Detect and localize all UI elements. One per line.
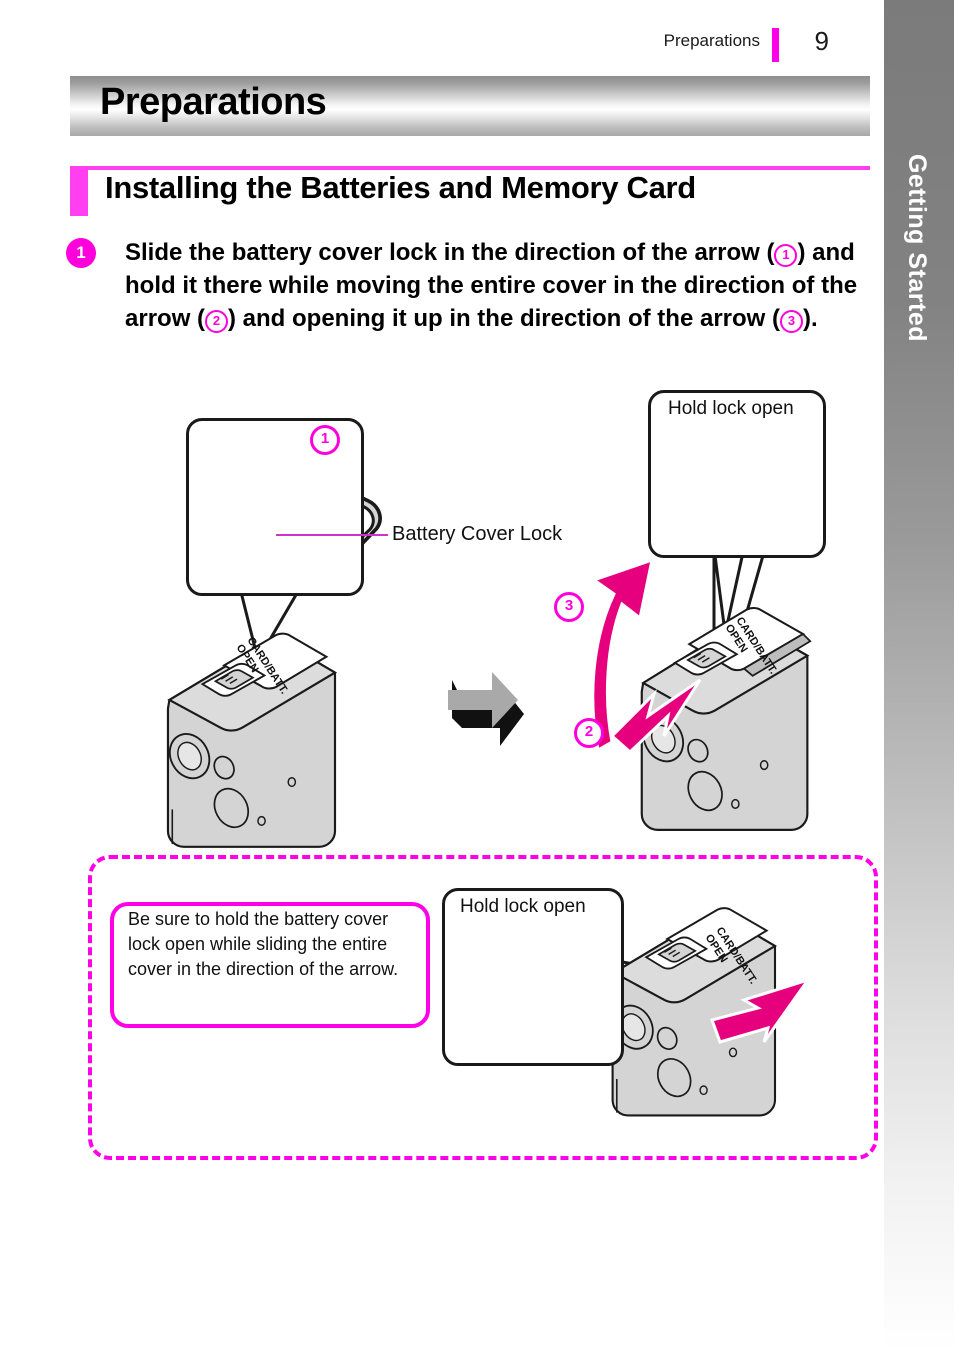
step-text-part-1: Slide the battery cover lock in the dire…	[125, 239, 775, 266]
figure-label-3: 3	[554, 592, 584, 622]
figure-label-2: 2	[574, 718, 604, 748]
side-tab-label: Getting Started	[903, 153, 932, 343]
side-tab-getting-started: Getting Started	[884, 0, 954, 1351]
callout-label-hold-lock-open-top: Hold lock open	[668, 398, 794, 419]
page-header: Preparations 9	[0, 26, 884, 62]
inline-circled-number-3: 3	[780, 310, 803, 333]
chapter-title: Preparations	[100, 81, 327, 123]
step-number-badge: 1	[66, 238, 96, 268]
leader-line-battery-cover-lock	[276, 534, 388, 536]
section-accent-bar	[70, 166, 88, 216]
page-number: 9	[814, 26, 829, 56]
step-text-part-3: ) and opening it up in the direction of …	[228, 305, 780, 332]
note-text: Be sure to hold the battery cover lock o…	[128, 909, 399, 979]
figure-label-1: 1	[310, 425, 340, 455]
inline-circled-number-2: 2	[205, 310, 229, 333]
chapter-title-bar: Preparations	[70, 76, 870, 136]
inline-circled-number-1: 1	[774, 244, 798, 267]
svg-text:CARD/BATT.: CARD/BATT.	[244, 635, 290, 696]
section-heading: Installing the Batteries and Memory Card	[105, 170, 696, 205]
svg-text:OPEN: OPEN	[723, 622, 750, 655]
header-chapter-label: Preparations	[663, 31, 760, 50]
callout-label-hold-lock-open-bottom: Hold lock open	[460, 896, 586, 917]
step-text-part-4: ).	[803, 305, 818, 332]
svg-text:OPEN: OPEN	[234, 642, 261, 675]
svg-text:CARD/BATT.: CARD/BATT.	[733, 615, 779, 676]
header-divider	[772, 28, 779, 62]
step-instruction-text: Slide the battery cover lock in the dire…	[125, 236, 885, 335]
transition-arrow-icon	[448, 672, 524, 746]
leader-label-battery-cover-lock: Battery Cover Lock	[392, 523, 563, 545]
